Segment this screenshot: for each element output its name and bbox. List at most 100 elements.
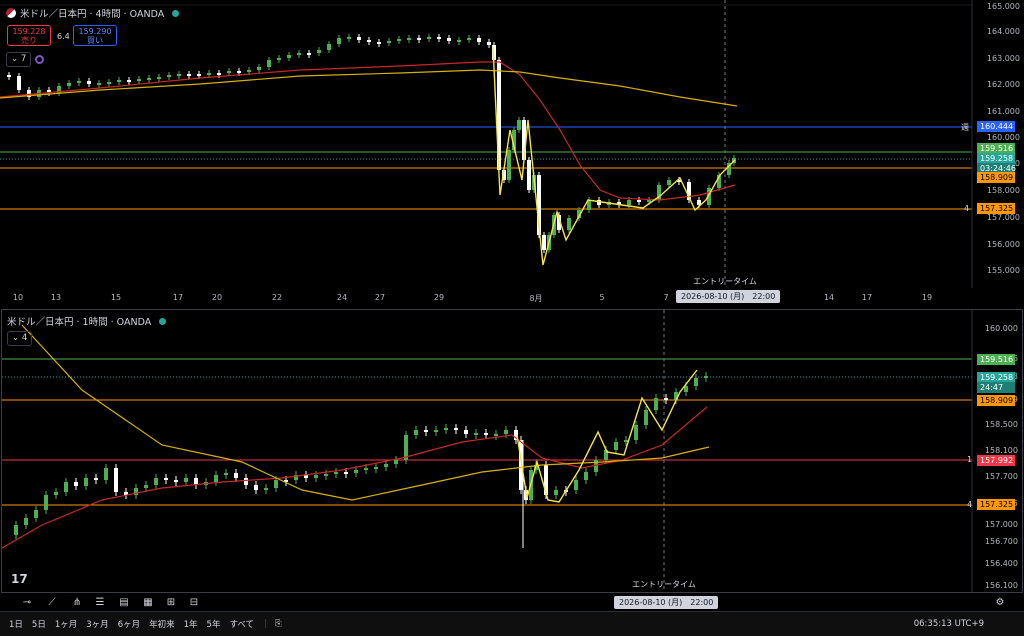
chart-pane-1h[interactable]: 米ドル／日本円 · 1時間 · OANDA ⌄ 4 17 160.000 159.…: [1, 309, 1023, 607]
tradingview-logo: 17: [11, 572, 28, 586]
candle-body: [437, 37, 441, 39]
measure-tool-icon[interactable]: ⊟: [187, 596, 201, 609]
candle-body: [357, 37, 361, 40]
candle-body: [14, 525, 18, 535]
sell-label: 売り: [21, 36, 37, 45]
price-axis-tick: 156.400: [984, 559, 1018, 568]
candle-body: [704, 376, 708, 378]
chart-canvas-4h[interactable]: [0, 0, 1024, 306]
buy-price: 159.290: [78, 27, 112, 36]
candle-body: [344, 472, 348, 474]
range-5y[interactable]: 5年: [207, 618, 221, 630]
candle-body: [647, 200, 651, 202]
candle-body: [334, 472, 338, 474]
range-6m[interactable]: 6ヶ月: [118, 618, 140, 630]
candle-body: [424, 430, 428, 432]
price-axis-tick: 156.000: [986, 240, 1020, 249]
candle-body: [434, 430, 438, 432]
price-axis-tick: 157.000: [984, 520, 1018, 529]
market-open-icon: [172, 9, 180, 17]
range-1y[interactable]: 1年: [184, 618, 198, 630]
crosshair-date-label: 2026-08-10 (月) 22:00: [676, 290, 781, 303]
candle-body: [447, 38, 451, 41]
indicator-toggle-1h[interactable]: ⌄ 4: [7, 331, 33, 346]
candle-body: [364, 468, 368, 470]
candle-body: [484, 433, 488, 435]
spread-value: 6.4: [57, 32, 70, 41]
candle-body: [397, 39, 401, 41]
chart-pane-4h[interactable]: 米ドル／日本円 · 4時間 · OANDA 159.228 売り 6.4 159…: [0, 0, 1024, 306]
entry-time-label-1h: エントリータイム: [632, 580, 696, 589]
candle-body: [274, 480, 278, 488]
candle-body: [114, 468, 118, 492]
range-all[interactable]: すべて: [229, 618, 254, 630]
drawing-toolbar[interactable]: ⊸ ⟋ ⋔ ☰ ▤ ▦ ⊞ ⊟ 2026-08-10 (月) 22:00 ⚙: [0, 594, 1024, 611]
buy-button[interactable]: 159.290 買い: [73, 25, 117, 46]
fib-retracement-icon[interactable]: ☰: [93, 596, 107, 609]
time-axis-tick: 20: [211, 293, 223, 302]
candle-body: [227, 71, 231, 73]
candle-body: [144, 485, 148, 488]
candle-body: [644, 410, 648, 425]
candle-body: [187, 74, 191, 76]
candle-body: [464, 430, 468, 434]
range-1m[interactable]: 1ヶ月: [55, 618, 77, 630]
candle-body: [154, 478, 158, 485]
crosshair-tool-icon[interactable]: ⊸: [20, 596, 34, 609]
indicator-collapse-button-1h[interactable]: ⌄ 4: [7, 331, 33, 346]
fib-tool-icon[interactable]: ⋔: [70, 596, 84, 609]
sell-button[interactable]: 159.228 売り: [7, 25, 51, 46]
indicator-toggle-4h[interactable]: ⌄ 7: [6, 52, 45, 67]
chart-canvas-1h[interactable]: [2, 310, 1022, 592]
indicator-icon[interactable]: [35, 55, 45, 64]
sell-price: 159.228: [12, 27, 46, 36]
pattern-tool-icon[interactable]: ▦: [141, 596, 155, 609]
price-tag-level-158909: 158.909: [977, 172, 1015, 183]
candle-body: [177, 74, 181, 76]
time-axis-tick: 24: [336, 293, 348, 302]
candle-body: [454, 428, 458, 430]
candle-body: [67, 83, 71, 86]
candle-body: [307, 53, 311, 55]
candle-body: [167, 75, 171, 77]
marker-1: 1: [967, 455, 973, 464]
candle-body: [337, 38, 341, 44]
candle-body: [694, 378, 698, 386]
price-tag-weekly-level: 160.444: [977, 121, 1015, 132]
candle-body: [394, 460, 398, 464]
indicator-collapse-button[interactable]: ⌄ 7: [6, 52, 32, 67]
candle-body: [504, 430, 508, 434]
candle-body: [257, 67, 261, 70]
bottom-range-bar[interactable]: 1日 5日 1ヶ月 3ヶ月 6ヶ月 年初来 1年 5年 すべて | ⎘ 06:3…: [0, 611, 1024, 636]
channel-tool-icon[interactable]: ▤: [117, 596, 131, 609]
date-range-icon[interactable]: ⎘: [275, 619, 282, 629]
market-open-icon-1h: [159, 317, 167, 325]
range-1d[interactable]: 1日: [9, 618, 23, 630]
candle-body: [667, 180, 671, 185]
price-axis-tick: 158.100: [984, 446, 1018, 455]
candle-body: [24, 518, 28, 525]
time-axis-tick: 17: [172, 293, 184, 302]
rectangle-tool-icon[interactable]: ⊞: [164, 596, 178, 609]
candle-body: [84, 478, 88, 486]
time-axis-tick: 22: [271, 293, 283, 302]
settings-gear-icon[interactable]: ⚙: [993, 596, 1007, 609]
chart-title: 米ドル／日本円 · 4時間 · OANDA: [20, 9, 165, 20]
candle-body: [97, 83, 101, 85]
price-tag-level-157325-1h: 157.325: [977, 499, 1015, 510]
clock-display[interactable]: 06:35:13 UTC+9: [914, 619, 984, 629]
candle-body: [414, 430, 418, 435]
price-tag-upper-level-1h: 159.516: [977, 354, 1015, 365]
range-ytd[interactable]: 年初来: [149, 618, 175, 630]
trendline-tool-icon[interactable]: ⟋: [45, 596, 59, 609]
candle-body: [374, 467, 378, 469]
symbol-header-1h[interactable]: 米ドル／日本円 · 1時間 · OANDA: [7, 314, 167, 328]
candle-body: [377, 42, 381, 44]
candle-body: [214, 475, 218, 482]
candle-body: [627, 200, 631, 205]
price-axis-tick: 158.500: [984, 420, 1018, 429]
symbol-header-4h[interactable]: 米ドル／日本円 · 4時間 · OANDA: [6, 6, 180, 20]
candle-body: [554, 490, 558, 495]
range-5d[interactable]: 5日: [32, 618, 46, 630]
range-3m[interactable]: 3ヶ月: [86, 618, 108, 630]
